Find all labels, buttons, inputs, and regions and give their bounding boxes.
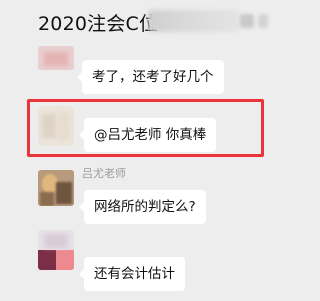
blurred-header-icon: [258, 14, 268, 28]
highlight-box: [27, 99, 264, 157]
sender-name: 吕尤老师: [82, 167, 126, 180]
chat-header: 2020注会C位: [0, 0, 283, 44]
message-bubble[interactable]: 网络所的判定么?: [79, 190, 206, 224]
avatar[interactable]: [38, 230, 74, 270]
avatar[interactable]: [38, 170, 74, 206]
blurred-title-overlay: [148, 10, 240, 32]
message-bubble[interactable]: 还有会计估计: [79, 257, 185, 291]
avatar[interactable]: [38, 46, 74, 70]
chat-title: 2020注会C位: [38, 13, 159, 35]
blurred-header-icon: [240, 14, 254, 28]
message-text: 还有会计估计: [94, 266, 175, 282]
message-text: 考了，还考了好几个: [92, 69, 214, 85]
message-text: 网络所的判定么?: [94, 199, 196, 215]
message-bubble[interactable]: 考了，还考了好几个: [77, 60, 224, 94]
